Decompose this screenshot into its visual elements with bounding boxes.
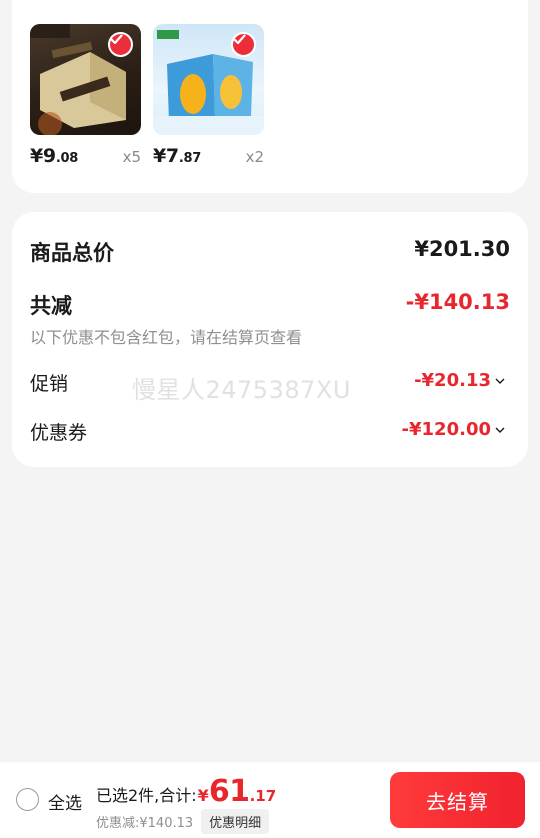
total-price-row: 商品总价 ¥201.30 — [30, 237, 510, 267]
total-price-label: 商品总价 — [30, 241, 114, 265]
promotion-value[interactable]: -¥20.13 — [414, 370, 506, 391]
product-quantity: x5 — [122, 148, 141, 166]
discount-note: 以下优惠不包含红包，请在结算页查看 — [30, 324, 510, 348]
total-amount-integer: 61 — [208, 774, 250, 809]
price-summary-card: 商品总价 ¥201.30 共减 -¥140.13 以下优惠不包含红包，请在结算页… — [12, 212, 528, 467]
product-thumbnail[interactable] — [30, 24, 141, 135]
promotion-label: 促销 — [30, 373, 69, 395]
select-all-label[interactable]: 全选 — [48, 789, 82, 814]
coupon-row[interactable]: 优惠券 -¥120.00 — [30, 418, 510, 444]
product-item[interactable]: ¥9.08 x5 — [30, 24, 141, 169]
product-item[interactable]: ¥7.87 x2 — [153, 24, 264, 169]
selected-check-icon[interactable] — [231, 32, 256, 57]
total-amount-decimal: .17 — [249, 787, 277, 805]
checkout-button[interactable]: 去结算 — [390, 772, 525, 828]
checkout-bar: 全选 已选2件,合计: ¥ 61 .17 优惠减:¥140.13 优惠明细 去结… — [0, 762, 540, 838]
discount-note-text: 以下优惠不包含红包，请在结算页查看 — [30, 328, 303, 347]
selected-products-card: ¥9.08 x5 ¥7.87 x2 — [12, 0, 528, 193]
discount-summary: 优惠减:¥140.13 优惠明细 — [96, 809, 270, 834]
product-price: ¥7.87 — [153, 145, 201, 167]
product-price: ¥9.08 — [30, 145, 78, 167]
order-total: 已选2件,合计: ¥ 61 .17 — [96, 774, 276, 809]
coupon-value[interactable]: -¥120.00 — [402, 419, 506, 440]
total-reduction-value: -¥140.13 — [405, 290, 510, 314]
selected-check-icon[interactable] — [108, 32, 133, 57]
total-reduction-row: 共减 -¥140.13 — [30, 290, 510, 320]
discount-amount-text: 优惠减:¥140.13 — [96, 816, 194, 831]
total-currency: ¥ — [197, 786, 209, 805]
select-all-checkbox[interactable] — [16, 788, 39, 811]
chevron-down-icon — [495, 378, 505, 384]
product-quantity: x2 — [245, 148, 264, 166]
discount-detail-button[interactable]: 优惠明细 — [201, 809, 270, 834]
coupon-label: 优惠券 — [30, 422, 88, 444]
total-reduction-label: 共减 — [30, 294, 72, 318]
promotion-row[interactable]: 促销 -¥20.13 — [30, 369, 510, 395]
product-thumbnail[interactable] — [153, 24, 264, 135]
total-price-value: ¥201.30 — [414, 237, 510, 261]
chevron-down-icon — [495, 427, 505, 433]
selected-count-text: 已选2件,合计: — [96, 786, 197, 805]
